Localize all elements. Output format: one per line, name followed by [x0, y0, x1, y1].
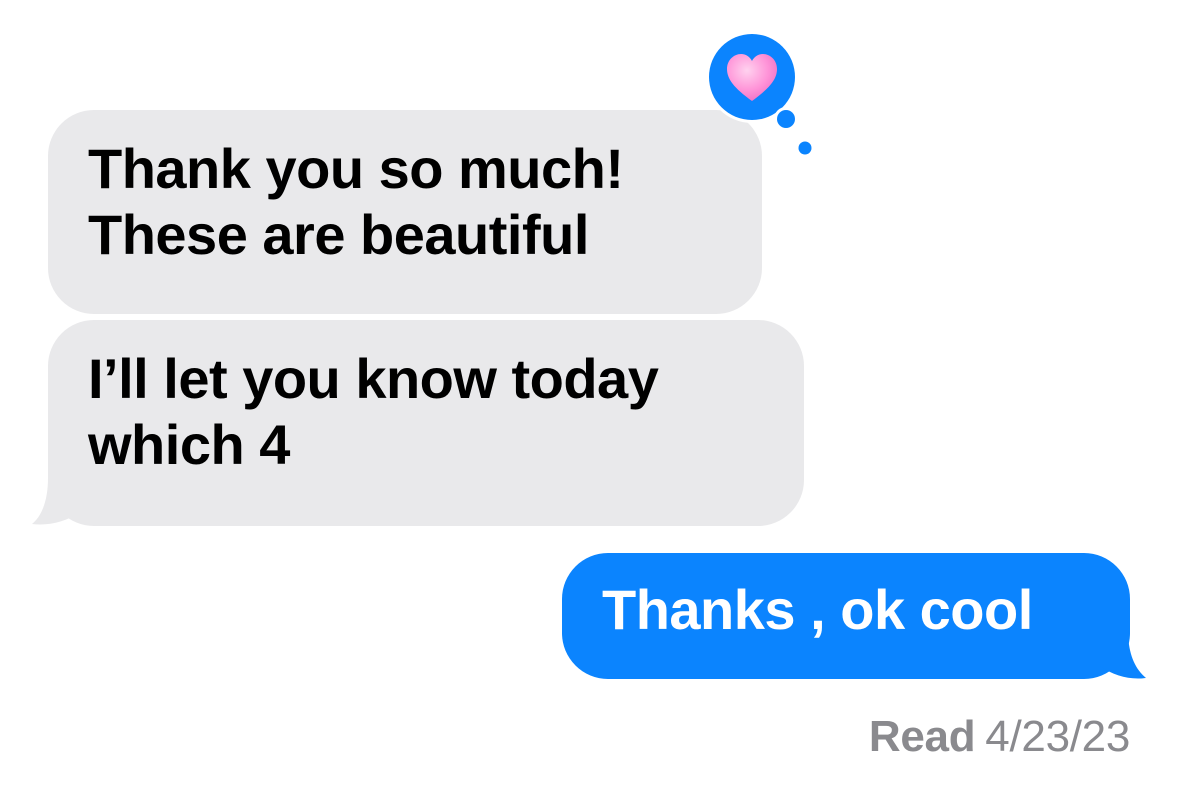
- message-text-line: Thanks , ok cool: [602, 578, 1033, 641]
- message-text-line: which 4: [88, 413, 290, 477]
- tapback-reaction[interactable]: [704, 27, 811, 153]
- outgoing-message-bubble[interactable]: Thanks , ok cool: [562, 553, 1130, 679]
- tapback-dot-icon: [798, 141, 812, 155]
- read-receipt-date: 4/23/23: [985, 712, 1130, 761]
- message-text-line: I’ll let you know today: [88, 347, 659, 410]
- incoming-message-bubble[interactable]: I’ll let you know today which 4: [48, 320, 804, 526]
- message-text-line: Thank you so much!: [88, 137, 624, 200]
- incoming-message-bubble[interactable]: Thank you so much! These are beautiful: [48, 110, 762, 314]
- read-receipt: Read 4/23/23: [869, 712, 1130, 762]
- read-receipt-label: Read: [868, 712, 976, 761]
- outgoing-bubble-tail-icon: [1100, 630, 1146, 679]
- incoming-bubble-tail-icon: [32, 478, 80, 525]
- tapback-bubble-icon: [706, 31, 811, 153]
- message-text-line: These are beautiful: [88, 203, 589, 267]
